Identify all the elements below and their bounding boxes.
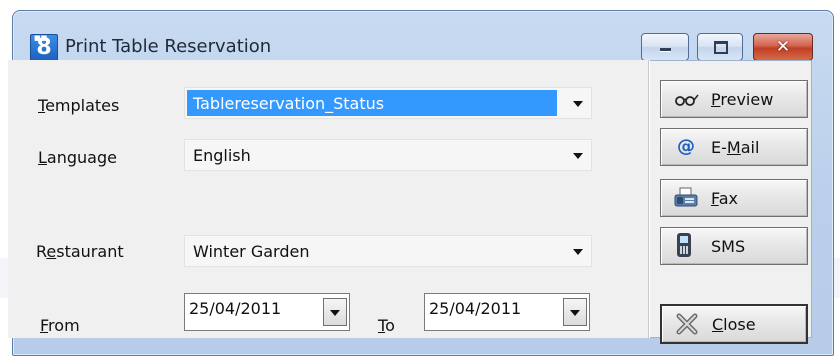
app-8-icon: ■■ 8 [30, 34, 58, 62]
restaurant-select[interactable]: Winter Garden [184, 235, 592, 267]
chevron-down-icon[interactable] [573, 101, 583, 107]
restaurant-value: Winter Garden [193, 242, 310, 261]
to-label: To [378, 316, 395, 335]
email-button[interactable]: @ E-Mail [660, 128, 808, 166]
language-value: English [193, 146, 251, 165]
panel-divider [648, 60, 650, 338]
sms-button[interactable]: SMS [660, 227, 808, 265]
close-label: Close [712, 315, 756, 334]
minimize-icon [660, 48, 671, 52]
window-title: Print Table Reservation [65, 36, 272, 57]
from-label: From [40, 316, 80, 335]
from-date-picker[interactable]: 25/04/2011 [184, 293, 350, 331]
fax-label: Fax [711, 189, 739, 208]
sms-label: SMS [711, 237, 746, 256]
fax-icon [673, 186, 699, 210]
to-date-value: 25/04/2011 [429, 299, 522, 318]
to-date-dropdown-button[interactable] [563, 298, 587, 326]
close-x-icon [674, 312, 700, 336]
email-label: E-Mail [711, 138, 760, 157]
window-close-button[interactable]: ✕ [753, 33, 813, 61]
minimize-button[interactable] [641, 33, 689, 61]
templates-label: Templates [38, 96, 120, 115]
chevron-down-icon [570, 310, 580, 316]
maximize-icon [714, 41, 728, 54]
chevron-down-icon[interactable] [573, 249, 583, 255]
at-sign-icon: @ [677, 136, 695, 157]
glasses-icon [673, 87, 699, 111]
restaurant-label: Restaurant [36, 242, 124, 261]
from-date-value: 25/04/2011 [189, 299, 282, 318]
to-date-picker[interactable]: 25/04/2011 [424, 293, 590, 331]
from-date-dropdown-button[interactable] [323, 298, 347, 326]
chevron-down-icon [330, 310, 340, 316]
mobile-phone-icon [677, 233, 691, 257]
close-icon: ✕ [775, 37, 791, 57]
close-button[interactable]: Close [660, 304, 808, 344]
maximize-button[interactable] [697, 33, 743, 61]
preview-label: Preview [711, 90, 774, 109]
templates-value: Tablereservation_Status [193, 94, 385, 113]
fax-button[interactable]: Fax [660, 179, 808, 217]
preview-button[interactable]: Preview [660, 80, 808, 118]
templates-select[interactable]: Tablereservation_Status [184, 87, 592, 119]
chevron-down-icon[interactable] [573, 153, 583, 159]
language-label: Language [38, 148, 117, 167]
language-select[interactable]: English [184, 139, 592, 171]
